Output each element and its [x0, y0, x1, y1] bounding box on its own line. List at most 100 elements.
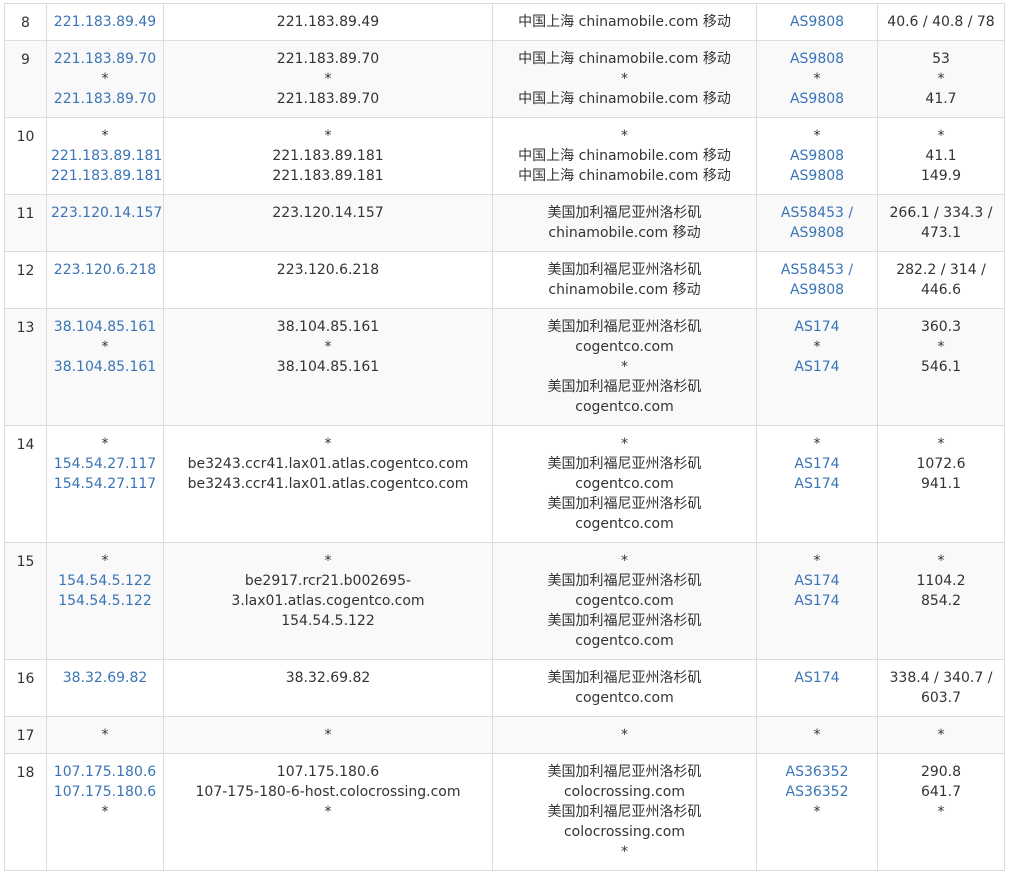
geo-line: 美国加利福尼亚州洛杉矶	[547, 764, 702, 780]
hostname: 38.104.85.161	[276, 319, 380, 335]
geo-line: 美国加利福尼亚州洛杉矶	[547, 804, 702, 820]
latency-value: 641.7	[920, 784, 962, 800]
ip-address-link[interactable]: 154.54.27.117	[51, 454, 159, 474]
ip-address: *	[101, 339, 109, 355]
asn-cell: AS9808 * AS9808	[756, 40, 878, 118]
ip-address-link[interactable]: 38.32.69.82	[51, 668, 159, 688]
hostname-cell: 221.183.89.70 * 221.183.89.70	[163, 40, 493, 118]
asn: *	[813, 804, 821, 820]
ip-address-link[interactable]: 223.120.14.157	[51, 203, 162, 223]
geo-line: 中国上海 chinamobile.com 移动	[518, 51, 731, 67]
latency-value: 473.1	[920, 225, 962, 241]
asn-link[interactable]: AS174	[761, 474, 873, 494]
hop-number: 15	[16, 554, 35, 570]
asn-link[interactable]: AS9808	[761, 280, 873, 300]
latency-value: 360.3	[920, 319, 962, 335]
latency-cell: 338.4 / 340.7 / 603.7	[877, 659, 1005, 717]
asn-link[interactable]: AS9808	[761, 146, 873, 166]
asn-link[interactable]: AS174	[761, 317, 873, 337]
asn-link[interactable]: AS9808	[761, 166, 873, 186]
asn-link[interactable]: AS174	[761, 668, 873, 688]
hostname-cell: *	[163, 716, 493, 754]
asn-link[interactable]: AS174	[761, 591, 873, 611]
geo-line: cogentco.com	[575, 516, 674, 532]
ip-address-link[interactable]: 154.54.5.122	[51, 591, 159, 611]
asn-link[interactable]: AS58453 /	[761, 260, 873, 280]
hostname-cell: 223.120.14.157	[163, 194, 493, 252]
asn-cell: AS9808	[756, 3, 878, 41]
ip-address-link[interactable]: 221.183.89.70	[51, 89, 159, 109]
ip-cell: 107.175.180.6 107.175.180.6 *	[46, 753, 164, 871]
geo-line: cogentco.com	[575, 690, 674, 706]
latency-value: 446.6	[920, 282, 962, 298]
hop-cell: 14	[4, 425, 47, 543]
ip-address-link[interactable]: 221.183.89.70	[51, 49, 159, 69]
geo-line: *	[621, 71, 628, 87]
geo-line: 中国上海 chinamobile.com 移动	[518, 168, 731, 184]
ip-address-link[interactable]: 221.183.89.49	[51, 12, 159, 32]
asn-link[interactable]: AS9808	[761, 12, 873, 32]
latency-value: *	[937, 339, 945, 355]
hostname: 223.120.14.157	[272, 205, 384, 221]
geo-line: *	[621, 553, 628, 569]
hostname: 38.104.85.161	[276, 359, 380, 375]
ip-address-link[interactable]: 221.183.89.181	[51, 166, 162, 186]
hostname: *	[324, 436, 332, 452]
asn: *	[813, 128, 821, 144]
asn-cell: AS36352 AS36352 *	[756, 753, 878, 871]
asn-link[interactable]: AS36352	[761, 782, 873, 802]
asn-link[interactable]: AS58453 /	[761, 203, 873, 223]
latency-cell: 53 * 41.7	[877, 40, 1005, 118]
ip-address-link[interactable]: 154.54.5.122	[51, 571, 159, 591]
latency-value: 40.6 / 40.8 / 78	[887, 14, 995, 30]
traceroute-body: 8 221.183.89.49 221.183.89.49 中国上海 chinamob…	[4, 3, 1005, 871]
ip-address-link[interactable]: 38.104.85.161	[51, 357, 159, 377]
ip-address-link[interactable]: 107.175.180.6	[51, 762, 159, 782]
ip-cell: 38.104.85.161 * 38.104.85.161	[46, 308, 164, 426]
latency-cell: 40.6 / 40.8 / 78	[877, 3, 1005, 41]
ip-address-link[interactable]: 223.120.6.218	[51, 260, 159, 280]
geo-line: *	[621, 128, 628, 144]
asn-link[interactable]: AS9808	[761, 49, 873, 69]
table-row: 15 * 154.54.5.122 154.54.5.122 * be2917.rcr21…	[4, 542, 1005, 660]
hop-cell: 12	[4, 251, 47, 309]
asn-link[interactable]: AS9808	[761, 223, 873, 243]
geo-line: 中国上海 chinamobile.com 移动	[518, 14, 731, 30]
hostname: *	[324, 128, 332, 144]
ip-address-link[interactable]: 38.104.85.161	[51, 317, 159, 337]
hop-number: 18	[16, 765, 35, 781]
hostname: *	[324, 339, 332, 355]
hostname: 221.183.89.181	[272, 168, 384, 184]
asn-link[interactable]: AS174	[761, 357, 873, 377]
hop-number: 11	[16, 206, 35, 222]
ip-cell: 221.183.89.49	[46, 3, 164, 41]
latency-cell: * 1072.6 941.1	[877, 425, 1005, 543]
geo-line: colocrossing.com	[563, 784, 686, 800]
hostname-cell: * be3243.ccr41.lax01.atlas.cogentco.com be…	[163, 425, 493, 543]
asn-link[interactable]: AS174	[761, 571, 873, 591]
geo-line: cogentco.com	[575, 593, 674, 609]
asn-cell: AS174	[756, 659, 878, 717]
ip-address: *	[101, 553, 109, 569]
ip-address-link[interactable]: 221.183.89.181	[51, 146, 162, 166]
ip-cell: * 154.54.5.122 154.54.5.122	[46, 542, 164, 660]
table-row: 14 * 154.54.27.117 154.54.27.117 * be3243.ccr…	[4, 425, 1005, 543]
ip-address: *	[101, 727, 109, 743]
asn-link[interactable]: AS174	[761, 454, 873, 474]
ip-address-link[interactable]: 107.175.180.6	[51, 782, 159, 802]
hop-cell: 10	[4, 117, 47, 195]
asn: *	[813, 553, 821, 569]
asn-link[interactable]: AS36352	[761, 762, 873, 782]
geo-cell: * 美国加利福尼亚州洛杉矶 cogentco.com 美国加利福尼亚州洛杉矶 cogen…	[492, 542, 757, 660]
geo-line: 美国加利福尼亚州洛杉矶	[547, 573, 702, 589]
hostname: be3243.ccr41.lax01.atlas.cogentco.com	[187, 476, 469, 492]
geo-line: 中国上海 chinamobile.com 移动	[518, 91, 731, 107]
hop-cell: 13	[4, 308, 47, 426]
geo-line: 美国加利福尼亚州洛杉矶	[547, 205, 702, 221]
asn-link[interactable]: AS9808	[761, 89, 873, 109]
hop-number: 16	[16, 671, 35, 687]
ip-address-link[interactable]: 154.54.27.117	[51, 474, 159, 494]
geo-cell: 美国加利福尼亚州洛杉矶 cogentco.com * 美国加利福尼亚州洛杉矶 cogen…	[492, 308, 757, 426]
table-row: 10 * 221.183.89.181 221.183.89.181 * 221.183.…	[4, 117, 1005, 195]
geo-cell: 中国上海 chinamobile.com 移动 * 中国上海 chinamobile…	[492, 40, 757, 118]
